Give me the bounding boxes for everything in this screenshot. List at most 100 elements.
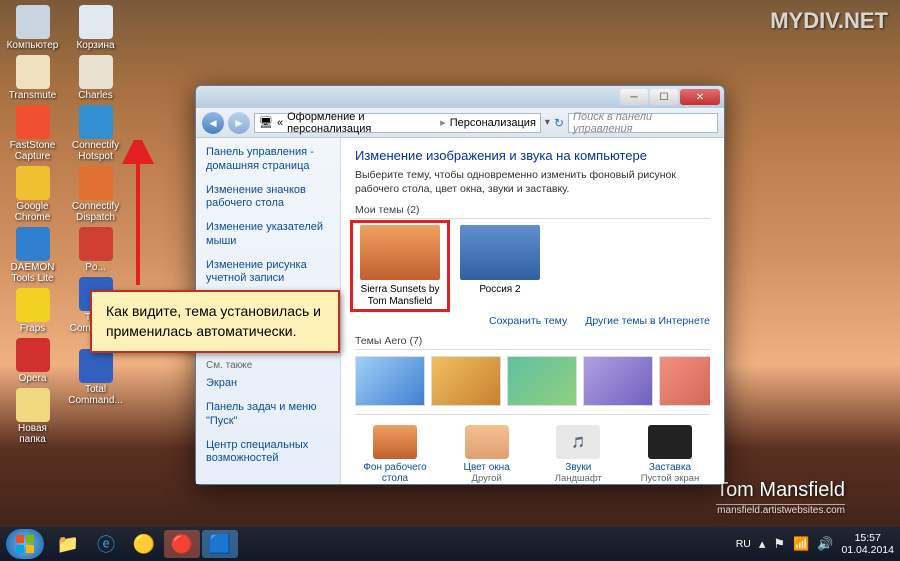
desktop-icon[interactable]: Charles [68, 55, 123, 101]
search-input[interactable]: Поиск в панели управления [568, 113, 718, 133]
breadcrumb-2[interactable]: Персонализация [450, 117, 536, 129]
more-themes-link[interactable]: Другие темы в Интернете [585, 315, 710, 327]
aero-theme-item[interactable] [431, 356, 501, 406]
aero-theme-item[interactable] [355, 356, 425, 406]
close-button[interactable]: ✕ [680, 89, 720, 105]
screensaver-icon [648, 425, 692, 459]
sidebar-link-ease[interactable]: Центр специальных возможностей [206, 439, 330, 467]
icon-label: Google Chrome [5, 201, 60, 223]
desktop-icon[interactable]: FastStone Capture [5, 105, 60, 162]
app-icon [79, 55, 113, 89]
icon-label: Po... [85, 262, 106, 273]
taskbar-ie-icon[interactable]: ⓔ [88, 530, 124, 558]
nav-back-button[interactable]: ◄ [202, 112, 224, 134]
desktop-icons: Компьютер Transmute FastStone Capture Googl… [5, 5, 123, 445]
taskbar-chrome-icon[interactable]: 🟡 [126, 530, 162, 558]
navbar: ◄ ► 🖥 « Оформление и персонализация ▸ Пе… [196, 108, 724, 138]
maximize-button[interactable]: ☐ [650, 89, 678, 105]
aero-theme-item[interactable] [659, 356, 710, 406]
tray-volume-icon[interactable]: 🔊 [817, 536, 833, 552]
language-indicator[interactable]: RU [736, 538, 751, 550]
setting-title: Заставка [630, 462, 710, 473]
tray-chevron-icon[interactable]: ▴ [759, 536, 766, 552]
icon-label: Connectify Dispatch [68, 201, 123, 223]
aero-theme-item[interactable] [507, 356, 577, 406]
desktop-icon[interactable]: Opera [5, 338, 60, 384]
icon-label: Transmute [9, 90, 56, 101]
desktop-icon[interactable]: Компьютер [5, 5, 60, 51]
icon-label: Opera [19, 373, 47, 384]
minimize-button[interactable]: ─ [620, 89, 648, 105]
aero-themes-row [355, 356, 710, 406]
sidebar-link-pointers[interactable]: Изменение указателей мыши [206, 221, 330, 249]
clock-time: 15:57 [841, 532, 894, 544]
desktop-icon[interactable]: Transmute [5, 55, 60, 101]
search-placeholder: Поиск в панели управления [573, 111, 713, 135]
aero-theme-item[interactable] [583, 356, 653, 406]
sidebar-link-account-pic[interactable]: Изменение рисунка учетной записи [206, 259, 330, 287]
app-icon [79, 166, 113, 200]
desktop-icon[interactable]: Fraps [5, 288, 60, 334]
desktop-icon[interactable]: Корзина [68, 5, 123, 51]
setting-title: Фон рабочего стола [355, 462, 435, 484]
clock[interactable]: 15:57 01.04.2014 [841, 532, 894, 556]
icon-label: DAEMON Tools Lite [5, 262, 60, 284]
icon-label: Компьютер [7, 40, 59, 51]
setting-sub: Пустой экран [630, 473, 710, 484]
artist-name: Tom Mansfield [716, 479, 845, 505]
desktop-icon[interactable]: DAEMON Tools Lite [5, 227, 60, 284]
window-color-button[interactable]: Цвет окна Другой [447, 425, 527, 484]
personalization-window: ─ ☐ ✕ ◄ ► 🖥 « Оформление и персонализаци… [195, 85, 725, 485]
setting-title: Звуки [538, 462, 618, 473]
screensaver-button[interactable]: Заставка Пустой экран [630, 425, 710, 484]
titlebar[interactable]: ─ ☐ ✕ [196, 86, 724, 108]
desktop-background-button[interactable]: Фон рабочего стола Показ слайдов [355, 425, 435, 484]
setting-sub: Другой [447, 473, 527, 484]
desktop-icon[interactable]: Google Chrome [5, 166, 60, 223]
breadcrumb-icon: 🖥 [259, 116, 273, 129]
desktop-icon[interactable]: Новая папка [5, 388, 60, 445]
artist-credit: Tom Mansfield mansfield.artistwebsites.c… [716, 479, 845, 516]
app-icon [16, 105, 50, 139]
app-icon [79, 227, 113, 261]
taskbar: 📁 ⓔ 🟡 🔴 🟦 RU ▴ ⚑ 📶 🔊 15:57 01.04.2014 [0, 527, 900, 561]
my-themes-label: Мои темы (2) [355, 204, 710, 219]
desktop-icon[interactable]: Po... [68, 227, 123, 273]
clock-date: 01.04.2014 [841, 544, 894, 556]
sounds-button[interactable]: 🎵 Звуки Ландшафт [538, 425, 618, 484]
icon-label: FastStone Capture [5, 140, 60, 162]
desktop-icon[interactable]: Total Command... [68, 349, 123, 406]
start-button[interactable] [6, 529, 44, 559]
save-theme-link[interactable]: Сохранить тему [489, 315, 567, 327]
taskbar-opera-icon[interactable]: 🔴 [164, 530, 200, 558]
sidebar-link-home[interactable]: Панель управления - домашняя страница [206, 146, 330, 174]
theme-label: Россия 2 [455, 284, 545, 296]
icon-label: Новая папка [5, 423, 60, 445]
app-icon [16, 388, 50, 422]
tray-network-icon[interactable]: 📶 [793, 536, 809, 552]
theme-sierra-sunsets[interactable]: Sierra Sunsets by Tom Mansfield [355, 225, 445, 307]
page-heading: Изменение изображения и звука на компьют… [355, 148, 710, 163]
app-icon [79, 5, 113, 39]
desktop-icon[interactable]: Connectify Hotspot [68, 105, 123, 162]
taskbar-app-icon[interactable]: 🟦 [202, 530, 238, 558]
app-icon [16, 227, 50, 261]
sidebar-link-taskbar[interactable]: Панель задач и меню "Пуск" [206, 401, 330, 429]
tray-flag-icon[interactable]: ⚑ [773, 536, 785, 552]
taskbar-explorer-icon[interactable]: 📁 [50, 530, 86, 558]
app-icon [16, 338, 50, 372]
aero-themes-label: Темы Aero (7) [355, 335, 710, 350]
sidebar-see-also: См. также [206, 360, 330, 371]
color-icon [465, 425, 509, 459]
sidebar-link-display[interactable]: Экран [206, 377, 330, 391]
icon-label: Total Command... [68, 384, 123, 406]
setting-sub: Ландшафт [538, 473, 618, 484]
sidebar-link-icons[interactable]: Изменение значков рабочего стола [206, 184, 330, 212]
desktop-icon[interactable]: Connectify Dispatch [68, 166, 123, 223]
icon-label: Charles [78, 90, 112, 101]
theme-label: Sierra Sunsets by Tom Mansfield [355, 284, 445, 307]
breadcrumb[interactable]: 🖥 « Оформление и персонализация ▸ Персон… [254, 113, 541, 133]
nav-forward-button[interactable]: ► [228, 112, 250, 134]
breadcrumb-1[interactable]: Оформление и персонализация [287, 111, 436, 135]
theme-russia-2[interactable]: Россия 2 [455, 225, 545, 307]
